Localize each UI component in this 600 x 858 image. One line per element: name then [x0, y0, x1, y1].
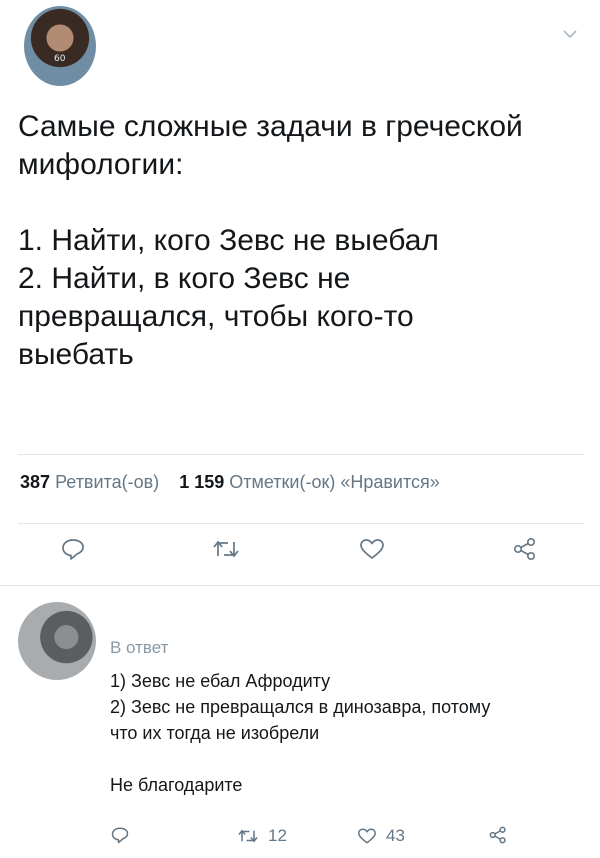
- divider: [18, 454, 584, 455]
- divider: [18, 523, 584, 524]
- retweet-icon: [213, 540, 239, 558]
- heart-icon: [360, 539, 384, 559]
- share-button[interactable]: [512, 537, 538, 561]
- heart-icon: [358, 828, 376, 844]
- reply-icon: [62, 539, 84, 560]
- share-icon: [489, 826, 506, 844]
- share-icon: [513, 537, 536, 561]
- reply-retweet-count: 12: [268, 826, 287, 845]
- reply-like-count: 43: [386, 826, 405, 845]
- avatar-badge: 60: [54, 54, 66, 64]
- reply-share-button[interactable]: [488, 826, 508, 844]
- like-button[interactable]: [358, 537, 386, 561]
- reply-icon: [111, 827, 129, 844]
- retweets-label[interactable]: Ретвита(-ов): [55, 472, 159, 492]
- retweet-icon: [238, 829, 258, 843]
- tweet-stats: 387 Ретвита(-ов) 1 159 Отметки(-ок) «Нра…: [20, 472, 440, 493]
- chevron-down-icon[interactable]: [562, 26, 578, 44]
- reply-retweet-button[interactable]: 12: [236, 826, 287, 846]
- reply-like-button[interactable]: 43: [356, 826, 405, 846]
- reply-author-avatar[interactable]: [18, 602, 96, 680]
- reply-text: 1) Зевс не ебал Афродиту 2) Зевс не прев…: [110, 671, 491, 795]
- tweet-text: Самые сложные задачи в греческой мифолог…: [18, 110, 523, 371]
- likes-count[interactable]: 1 159: [179, 472, 224, 492]
- likes-label[interactable]: Отметки(-ок) «Нравится»: [229, 472, 440, 492]
- reply-button[interactable]: [60, 537, 86, 561]
- reply-reply-button[interactable]: [110, 826, 130, 844]
- reply-to-label[interactable]: В ответ: [110, 638, 168, 658]
- retweet-button[interactable]: [211, 537, 241, 561]
- divider: [0, 585, 600, 586]
- retweets-count[interactable]: 387: [20, 472, 50, 492]
- author-avatar[interactable]: 60: [24, 6, 96, 86]
